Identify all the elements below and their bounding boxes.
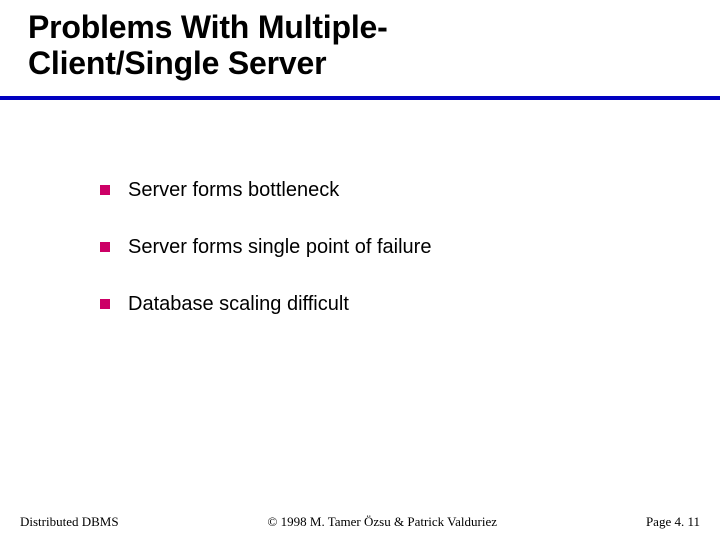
slide-title: Problems With Multiple- Client/Single Se… [28,10,388,82]
bullet-item: Server forms single point of failure [100,235,660,260]
bullet-square-icon [100,299,110,309]
title-line-1: Problems With Multiple- [28,9,388,45]
bullet-text: Server forms single point of failure [128,235,431,260]
bullet-text: Server forms bottleneck [128,178,339,203]
footer-right: Page 4. 11 [646,514,700,530]
bullet-list: Server forms bottleneck Server forms sin… [100,178,660,349]
bullet-text: Database scaling difficult [128,292,349,317]
slide: Problems With Multiple- Client/Single Se… [0,0,720,540]
bullet-item: Server forms bottleneck [100,178,660,203]
divider-line [0,96,720,100]
bullet-item: Database scaling difficult [100,292,660,317]
footer-left: Distributed DBMS [20,514,119,530]
footer: Distributed DBMS © 1998 M. Tamer Özsu & … [0,514,720,530]
title-line-2: Client/Single Server [28,45,326,81]
footer-center: © 1998 M. Tamer Özsu & Patrick Valduriez [119,514,646,530]
bullet-square-icon [100,242,110,252]
bullet-square-icon [100,185,110,195]
